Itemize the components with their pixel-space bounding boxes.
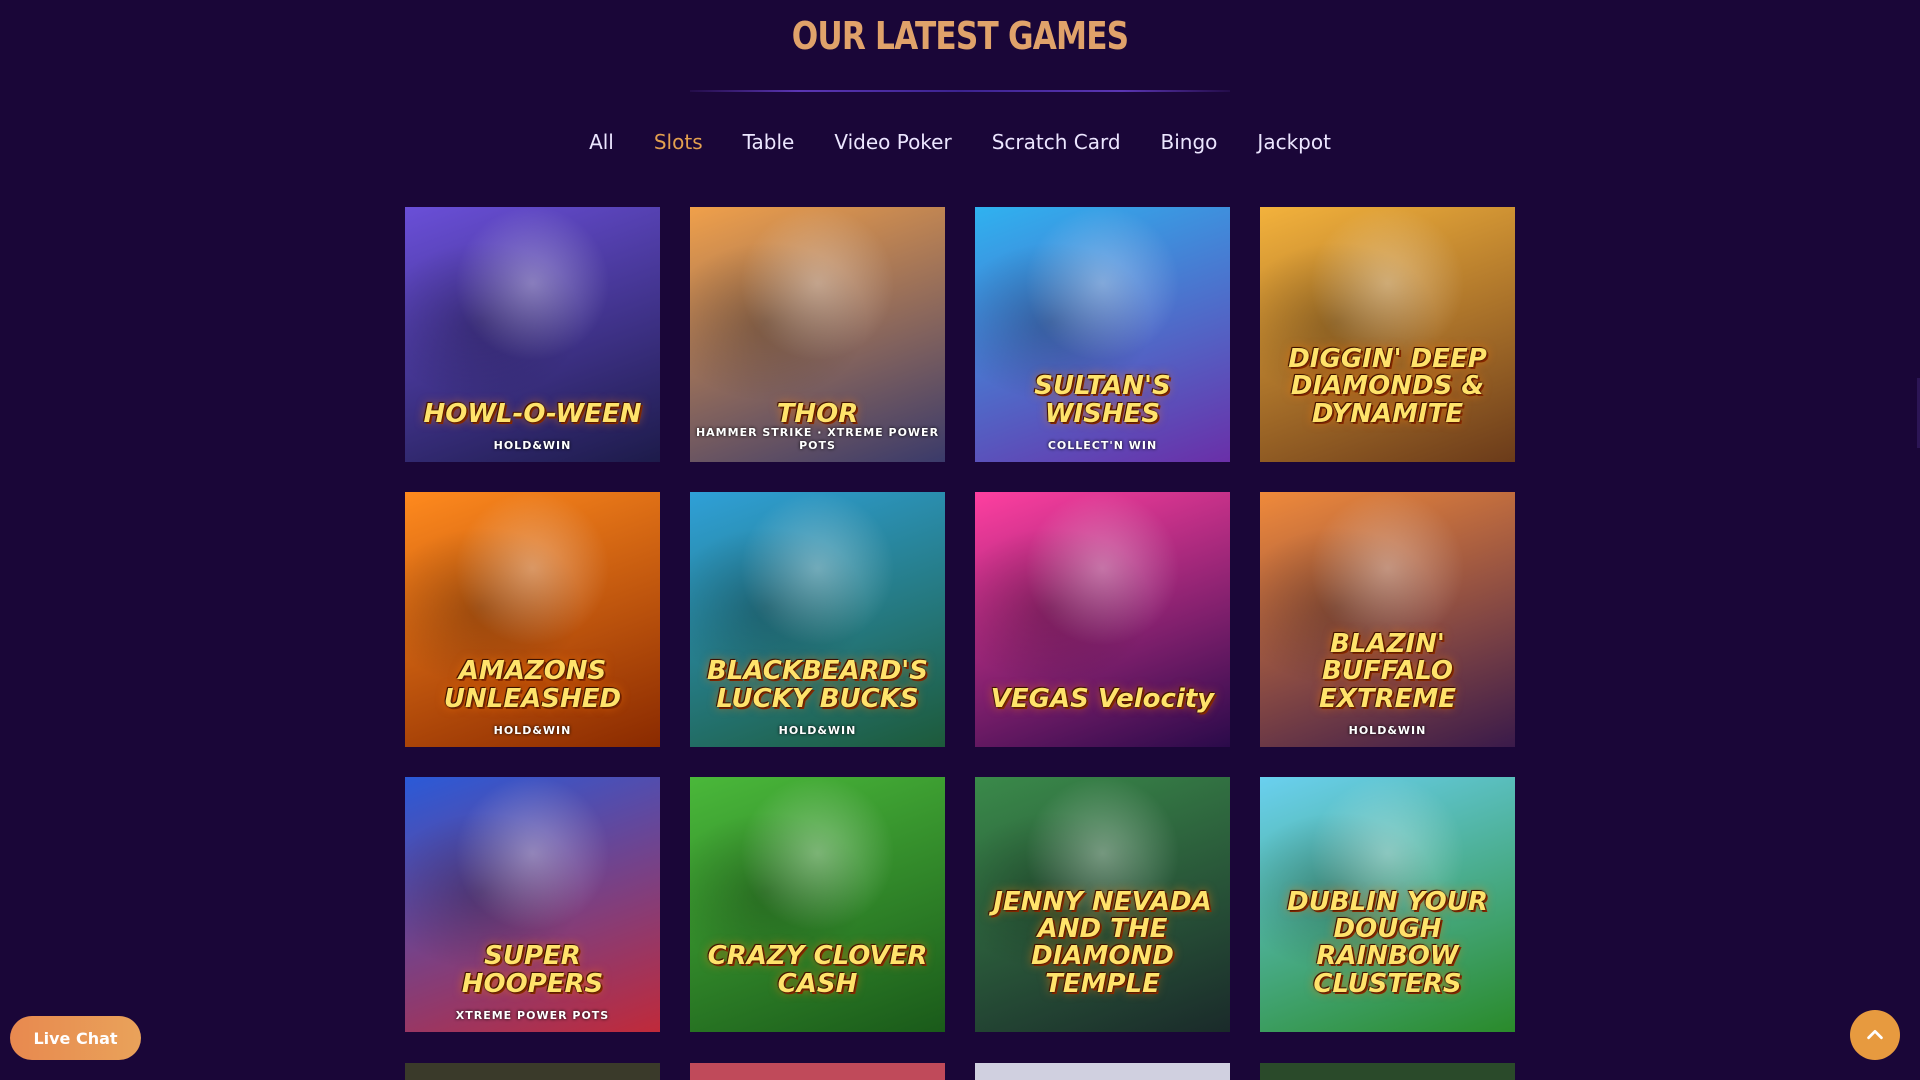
filter-video-poker[interactable]: Video Poker: [834, 128, 951, 156]
game-badge: HAMMER STRIKE · XTREME POWER POTS: [695, 426, 940, 452]
game-badge: XTREME POWER POTS: [455, 1009, 610, 1022]
game-badge: HOLD&WIN: [1348, 724, 1427, 737]
game-logo: DIGGIN' DEEP DIAMONDS & DYNAMITE: [1288, 344, 1487, 429]
game-card-crazy-clover-cash[interactable]: CRAZY CLOVER CASH: [690, 777, 945, 1032]
game-card-howl-o-ween[interactable]: HOWL-O-WEEN HOLD&WIN: [405, 207, 660, 462]
game-card-partial[interactable]: [1260, 1063, 1515, 1080]
scroll-to-top-button[interactable]: [1850, 1010, 1900, 1060]
game-logo: SULTAN'S WISHES: [1034, 371, 1171, 429]
filter-table[interactable]: Table: [743, 128, 795, 156]
game-card-thor[interactable]: THOR HAMMER STRIKE · XTREME POWER POTS: [690, 207, 945, 462]
filter-all[interactable]: All: [589, 128, 614, 156]
game-card-partial[interactable]: [975, 1063, 1230, 1080]
game-logo: SUPER HOOPERS: [461, 941, 604, 999]
game-card-jenny-nevada[interactable]: JENNY NEVADA AND THE DIAMOND TEMPLE: [975, 777, 1230, 1032]
game-logo: JENNY NEVADA AND THE DIAMOND TEMPLE: [993, 886, 1212, 999]
filter-scratch-card[interactable]: Scratch Card: [992, 128, 1121, 156]
games-grid-next-row: [405, 1063, 1515, 1080]
game-card-blackbeards-lucky-bucks[interactable]: BLACKBEARD'S LUCKY BUCKS HOLD&WIN: [690, 492, 945, 747]
game-logo: CRAZY CLOVER CASH: [707, 941, 928, 999]
game-logo: AMAZONS UNLEASHED: [443, 656, 622, 714]
games-grid: HOWL-O-WEEN HOLD&WIN THOR HAMMER STRIKE …: [405, 207, 1515, 1032]
game-card-amazons-unleashed[interactable]: AMAZONS UNLEASHED HOLD&WIN: [405, 492, 660, 747]
game-logo: DUBLIN YOUR DOUGH RAINBOW CLUSTERS: [1287, 886, 1488, 999]
page: OUR LATEST GAMES All Slots Table Video P…: [0, 0, 1920, 1080]
game-card-dublin-your-dough[interactable]: DUBLIN YOUR DOUGH RAINBOW CLUSTERS: [1260, 777, 1515, 1032]
live-chat-button[interactable]: Live Chat: [10, 1016, 141, 1060]
game-logo: BLACKBEARD'S LUCKY BUCKS: [707, 656, 928, 714]
title-divider: [690, 90, 1230, 92]
game-badge: COLLECT'N WIN: [1047, 439, 1158, 452]
game-card-vegas-velocity[interactable]: VEGAS Velocity: [975, 492, 1230, 747]
game-badge: HOLD&WIN: [493, 724, 572, 737]
filter-jackpot[interactable]: Jackpot: [1257, 128, 1331, 156]
game-logo: BLAZIN' BUFFALO EXTREME: [1319, 629, 1456, 714]
game-card-diggin-deep[interactable]: DIGGIN' DEEP DIAMONDS & DYNAMITE: [1260, 207, 1515, 462]
game-badge: HOLD&WIN: [493, 439, 572, 452]
game-card-partial[interactable]: [405, 1063, 660, 1080]
filter-slots[interactable]: Slots: [654, 128, 703, 156]
game-logo: VEGAS Velocity: [990, 683, 1215, 714]
game-card-sultans-wishes[interactable]: SULTAN'S WISHES COLLECT'N WIN: [975, 207, 1230, 462]
category-filter-bar: All Slots Table Video Poker Scratch Card…: [0, 128, 1920, 156]
game-logo: HOWL-O-WEEN: [423, 398, 642, 429]
game-badge: HOLD&WIN: [778, 724, 857, 737]
game-logo: THOR: [776, 398, 859, 429]
game-card-super-hoopers[interactable]: SUPER HOOPERS XTREME POWER POTS: [405, 777, 660, 1032]
section-title: OUR LATEST GAMES: [791, 14, 1129, 58]
game-card-partial[interactable]: [690, 1063, 945, 1080]
game-card-blazin-buffalo-extreme[interactable]: BLAZIN' BUFFALO EXTREME HOLD&WIN: [1260, 492, 1515, 747]
filter-bingo[interactable]: Bingo: [1161, 128, 1218, 156]
chevron-up-icon: [1867, 1029, 1883, 1040]
